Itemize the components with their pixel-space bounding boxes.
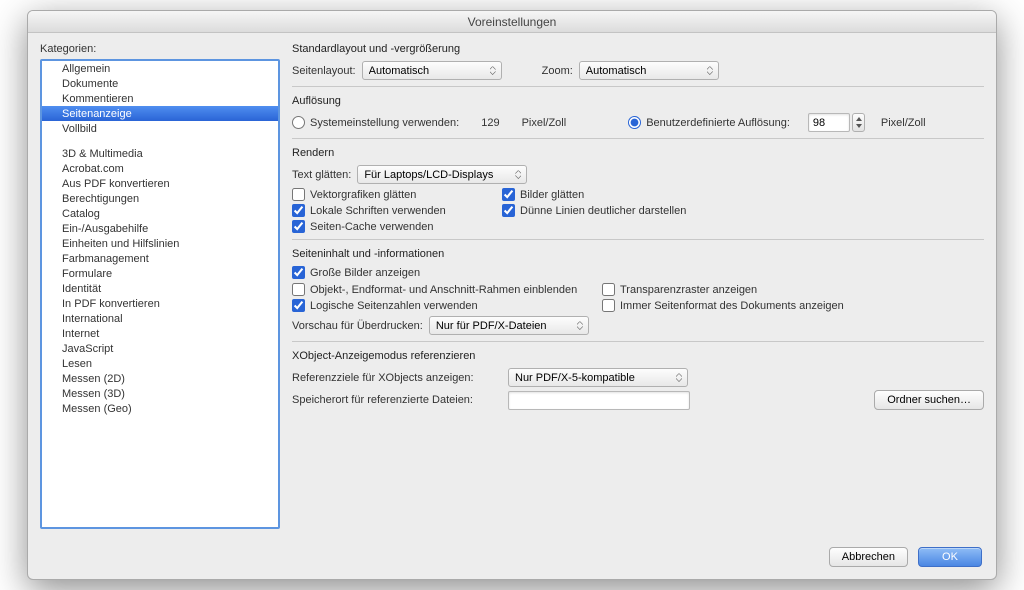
category-item[interactable]: Aus PDF konvertieren [42,176,278,191]
smooth-text-select[interactable]: Für Laptops/LCD-Displays [357,165,527,184]
category-item[interactable]: JavaScript [42,341,278,356]
preferences-window: Voreinstellungen Kategorien: AllgemeinDo… [27,10,997,580]
resolution-stepper[interactable] [852,113,865,132]
system-resolution-value: 129 [481,117,499,129]
overprint-select[interactable]: Nur für PDF/X-Dateien [429,316,589,335]
check-transgrid[interactable]: Transparenzraster anzeigen [602,283,922,296]
category-item[interactable]: In PDF konvertieren [42,296,278,311]
category-item[interactable]: Ein-/Ausgabehilfe [42,221,278,236]
check-images[interactable]: Bilder glätten [502,188,822,201]
page-layout-select[interactable]: Automatisch [362,61,502,80]
smooth-text-label: Text glätten: [292,169,351,181]
category-item[interactable]: Messen (2D) [42,371,278,386]
browse-folder-button[interactable]: Ordner suchen… [874,390,984,410]
category-item[interactable]: Internet [42,326,278,341]
check-boxes[interactable]: Objekt-, Endformat- und Anschnitt-Rahmen… [292,283,602,296]
category-item[interactable]: Seitenanzeige [42,106,278,121]
category-item[interactable]: International [42,311,278,326]
check-vector[interactable]: Vektorgrafiken glätten [292,188,502,201]
category-item[interactable]: Vollbild [42,121,278,136]
window-title: Voreinstellungen [28,11,996,33]
check-thinlines[interactable]: Dünne Linien deutlicher darstellen [502,204,822,217]
category-item[interactable]: Lesen [42,356,278,371]
xobject-location-label: Speicherort für referenzierte Dateien: [292,394,502,406]
category-item[interactable]: Farbmanagement [42,251,278,266]
resolution-unit: Pixel/Zoll [522,117,567,129]
page-layout-label: Seitenlayout: [292,65,356,77]
category-item[interactable]: Einheiten und Hilfslinien [42,236,278,251]
category-item[interactable]: Messen (3D) [42,386,278,401]
ok-button[interactable]: OK [918,547,982,567]
section-layout-title: Standardlayout und -vergrößerung [292,43,984,55]
xobject-targets-label: Referenzziele für XObjects anzeigen: [292,372,502,384]
category-item[interactable]: Berechtigungen [42,191,278,206]
check-always-docfmt[interactable]: Immer Seitenformat des Dokuments anzeige… [602,299,922,312]
check-logicalpages[interactable]: Logische Seitenzahlen verwenden [292,299,602,312]
categories-label: Kategorien: [40,43,280,55]
section-xobject-title: XObject-Anzeigemodus referenzieren [292,350,984,362]
zoom-select[interactable]: Automatisch [579,61,719,80]
category-item[interactable]: Kommentieren [42,91,278,106]
categories-listbox[interactable]: AllgemeinDokumenteKommentierenSeitenanze… [40,59,280,529]
resolution-unit-2: Pixel/Zoll [881,117,926,129]
overprint-label: Vorschau für Überdrucken: [292,320,423,332]
cancel-button[interactable]: Abbrechen [829,547,908,567]
category-item[interactable]: Catalog [42,206,278,221]
category-item[interactable]: Formulare [42,266,278,281]
xobject-location-input[interactable] [508,391,690,410]
section-render-title: Rendern [292,147,984,159]
custom-resolution-input[interactable] [808,113,850,132]
xobject-targets-select[interactable]: Nur PDF/X-5-kompatible [508,368,688,387]
section-resolution-title: Auflösung [292,95,984,107]
check-localfonts[interactable]: Lokale Schriften verwenden [292,204,502,217]
section-content-title: Seiteninhalt und -informationen [292,248,984,260]
radio-system-resolution[interactable]: Systemeinstellung verwenden: [292,116,459,129]
category-item[interactable]: Messen (Geo) [42,401,278,416]
radio-custom-resolution[interactable]: Benutzerdefinierte Auflösung: [628,116,790,129]
check-largeimg[interactable]: Große Bilder anzeigen [292,266,420,279]
check-pagecache[interactable]: Seiten-Cache verwenden [292,220,502,233]
category-item[interactable]: Dokumente [42,76,278,91]
category-item[interactable]: Allgemein [42,61,278,76]
category-item[interactable]: Acrobat.com [42,161,278,176]
category-item[interactable]: 3D & Multimedia [42,146,278,161]
zoom-label: Zoom: [542,65,573,77]
category-item[interactable]: Identität [42,281,278,296]
